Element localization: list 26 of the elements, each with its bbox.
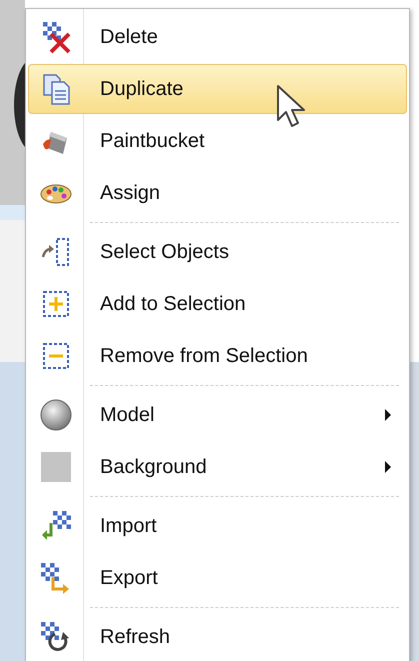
- menu-item[interactable]: Duplicate: [28, 64, 407, 114]
- menu-item[interactable]: Refresh: [28, 612, 407, 661]
- menu-item[interactable]: Assign: [28, 168, 407, 218]
- menu-item-label: Delete: [100, 26, 159, 48]
- menu-item-label: Select Objects: [100, 240, 230, 264]
- menu-item[interactable]: Remove from Selection: [28, 331, 407, 381]
- menu-item-label: Background: [100, 456, 208, 478]
- menu-item[interactable]: Model: [28, 390, 407, 440]
- menu-item-label: Paintbucket: [100, 130, 206, 152]
- menu-item[interactable]: Add to Selection: [28, 279, 407, 329]
- menu-item-label: Assign: [100, 182, 162, 204]
- menu-item[interactable]: Export: [28, 553, 407, 603]
- menu-item-label: Remove from Selection: [100, 344, 309, 368]
- sphere-icon: [39, 398, 73, 432]
- menu-item[interactable]: Background: [28, 442, 407, 492]
- square-icon: [39, 450, 73, 484]
- menu-item[interactable]: Delete: [28, 12, 407, 62]
- menu-item-label: Add to Selection: [100, 292, 247, 316]
- menu-item-label: Duplicate: [100, 78, 184, 100]
- menu-item-label: Model: [100, 404, 156, 426]
- menu-item[interactable]: Select Objects: [28, 227, 407, 277]
- menu-item-label: Export: [100, 566, 159, 590]
- menu-item-label: Refresh: [100, 626, 172, 648]
- menu-item[interactable]: Paintbucket: [28, 116, 407, 166]
- menu-item[interactable]: Import: [28, 501, 407, 551]
- menu-item-label: Import: [100, 514, 158, 538]
